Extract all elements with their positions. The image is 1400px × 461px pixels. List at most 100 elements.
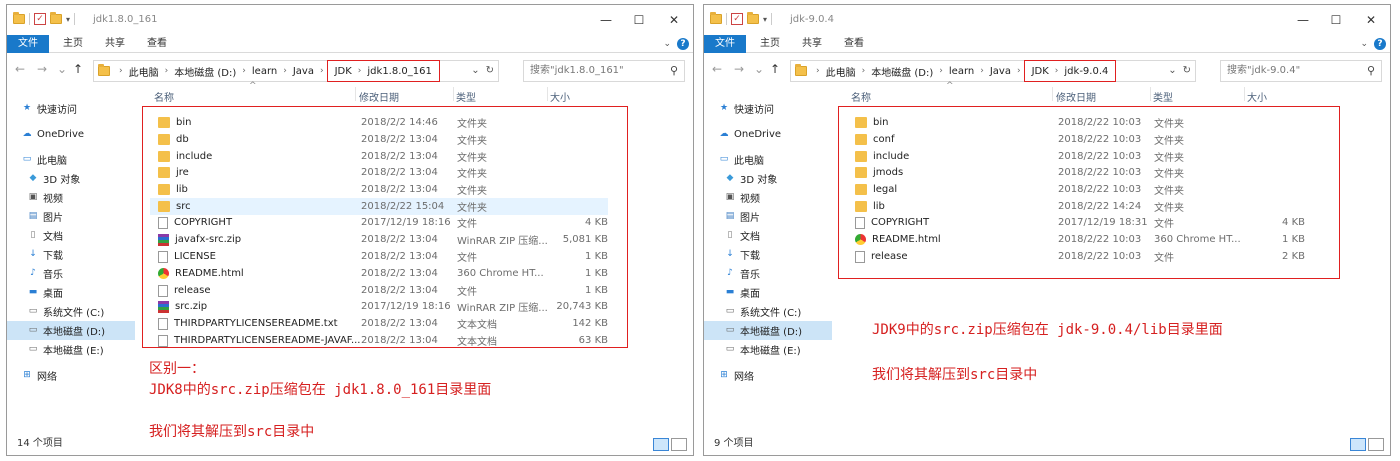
file-type: 文件夹 bbox=[1154, 136, 1184, 147]
file-name-cell: THIRDPARTYLICENSEREADME-JAVAF... bbox=[158, 334, 360, 347]
annotation-note: JDK9中的src.zip压缩包在 jdk-9.0.4/lib目录里面 bbox=[872, 322, 1223, 338]
file-row[interactable]: lib 2018/2/2 13:04 文件夹 bbox=[150, 181, 608, 198]
explorer-window-jdk9: ✓ ▾ jdk-9.0.4— ☐ ✕ 文件 主页 共享 查看 ⌄? ← → ⌄ ↑ › 此电脑 › 本地磁盘 (D… bbox=[703, 4, 1391, 456]
file-row[interactable]: README.html 2018/2/2 13:04 360 Chrome HT..… bbox=[150, 265, 608, 282]
file-row[interactable]: LICENSE 2018/2/2 13:04 文件 1 KB bbox=[150, 248, 608, 265]
column-divider[interactable] bbox=[1150, 87, 1151, 101]
zip-icon bbox=[158, 233, 169, 246]
file-size: 4 KB bbox=[1282, 217, 1305, 228]
file-type: 文件夹 bbox=[457, 186, 487, 197]
folder-icon bbox=[158, 117, 170, 128]
file-type: 文件夹 bbox=[457, 136, 487, 147]
file-name-cell: release bbox=[855, 250, 907, 263]
file-date: 2018/2/22 10:03 bbox=[1058, 167, 1142, 178]
file-row[interactable]: bin 2018/2/2 14:46 文件夹 bbox=[150, 114, 608, 131]
file-name-cell: COPYRIGHT bbox=[158, 216, 232, 229]
file-name-cell: THIRDPARTYLICENSEREADME.txt bbox=[158, 317, 338, 330]
file-name: COPYRIGHT bbox=[871, 217, 930, 228]
column-size[interactable]: 大小 bbox=[1247, 89, 1267, 104]
column-divider[interactable] bbox=[1244, 87, 1245, 101]
file-type: 文本文档 bbox=[457, 337, 497, 348]
column-divider[interactable] bbox=[453, 87, 454, 101]
file-row[interactable]: jmods 2018/2/22 10:03 文件夹 bbox=[847, 164, 1305, 181]
status-item-count: 14 个项目 bbox=[17, 438, 63, 449]
file-row[interactable]: README.html 2018/2/22 10:03 360 Chrome HT.… bbox=[847, 231, 1305, 248]
column-date[interactable]: 修改日期 bbox=[359, 89, 399, 104]
file-name-cell: conf bbox=[855, 134, 894, 145]
file-row[interactable]: legal 2018/2/22 10:03 文件夹 bbox=[847, 181, 1305, 198]
large-icons-view-button[interactable] bbox=[671, 438, 687, 451]
file-row[interactable]: include 2018/2/22 10:03 文件夹 bbox=[847, 148, 1305, 165]
column-type[interactable]: 类型 bbox=[456, 89, 476, 104]
file-type: 文件 bbox=[1154, 219, 1174, 230]
file-date: 2017/12/19 18:31 bbox=[1058, 217, 1148, 228]
file-icon bbox=[158, 317, 168, 330]
file-size: 4 KB bbox=[585, 217, 608, 228]
file-row[interactable]: jre 2018/2/2 13:04 文件夹 bbox=[150, 164, 608, 181]
file-type: 文件夹 bbox=[457, 203, 487, 214]
folder-icon bbox=[855, 151, 867, 162]
column-date[interactable]: 修改日期 bbox=[1056, 89, 1096, 104]
file-row[interactable]: release 2018/2/2 13:04 文件 1 KB bbox=[150, 282, 608, 299]
file-row[interactable]: THIRDPARTYLICENSEREADME.txt 2018/2/2 13:0… bbox=[150, 315, 608, 332]
file-name: include bbox=[176, 151, 213, 162]
explorer-window-jdk8: ✓ ▾ jdk1.8.0_161— ☐ ✕ 文件 主页 共享 查看 ⌄? ← → ⌄ ↑ › 此电脑 › 本地磁盘… bbox=[6, 4, 694, 456]
column-divider[interactable] bbox=[1052, 87, 1053, 101]
file-type: 文件 bbox=[457, 253, 477, 264]
file-date: 2018/2/22 10:03 bbox=[1058, 184, 1142, 195]
file-row[interactable]: javafx-src.zip 2018/2/2 13:04 WinRAR ZIP 压… bbox=[150, 231, 608, 248]
file-row[interactable]: COPYRIGHT 2017/12/19 18:31 文件 4 KB bbox=[847, 214, 1305, 231]
file-row[interactable]: db 2018/2/2 13:04 文件夹 bbox=[150, 131, 608, 148]
file-date: 2018/2/2 13:04 bbox=[361, 184, 438, 195]
file-name: README.html bbox=[175, 268, 244, 279]
file-name-cell: legal bbox=[855, 184, 897, 195]
large-icons-view-button[interactable] bbox=[1368, 438, 1384, 451]
file-date: 2018/2/2 13:04 bbox=[361, 234, 438, 245]
file-name-cell: include bbox=[158, 151, 212, 162]
file-date: 2018/2/22 10:03 bbox=[1058, 117, 1142, 128]
file-date: 2018/2/2 13:04 bbox=[361, 335, 438, 346]
file-name: src.zip bbox=[175, 301, 208, 312]
column-type[interactable]: 类型 bbox=[1153, 89, 1173, 104]
column-name[interactable]: 名称 bbox=[851, 89, 871, 104]
file-name: jmods bbox=[873, 167, 904, 178]
file-icon bbox=[855, 250, 865, 263]
file-row[interactable]: COPYRIGHT 2017/12/19 18:16 文件 4 KB bbox=[150, 214, 608, 231]
file-name-cell: src.zip bbox=[158, 300, 208, 313]
column-divider[interactable] bbox=[547, 87, 548, 101]
file-row[interactable]: conf 2018/2/22 10:03 文件夹 bbox=[847, 131, 1305, 148]
file-date: 2018/2/22 10:03 bbox=[1058, 134, 1142, 145]
file-type: 文件夹 bbox=[457, 119, 487, 130]
file-name-cell: lib bbox=[158, 184, 188, 195]
folder-icon bbox=[158, 201, 170, 212]
file-name-cell: LICENSE bbox=[158, 250, 216, 263]
file-size: 63 KB bbox=[578, 335, 608, 346]
file-row[interactable]: lib 2018/2/22 14:24 文件夹 bbox=[847, 198, 1305, 215]
file-name-cell: include bbox=[855, 151, 909, 162]
file-name: release bbox=[174, 285, 211, 296]
file-date: 2018/2/2 13:04 bbox=[361, 134, 438, 145]
file-name: src bbox=[176, 201, 191, 212]
folder-icon bbox=[855, 201, 867, 212]
details-view-button[interactable] bbox=[653, 438, 669, 451]
zip-icon bbox=[158, 300, 169, 313]
details-view-button[interactable] bbox=[1350, 438, 1366, 451]
file-row[interactable]: src 2018/2/22 15:04 文件夹 bbox=[150, 198, 608, 215]
file-date: 2018/2/22 10:03 bbox=[1058, 234, 1142, 245]
file-name-cell: db bbox=[158, 134, 189, 145]
file-row[interactable]: src.zip 2017/12/19 18:16 WinRAR ZIP 压缩... 2… bbox=[150, 298, 608, 315]
column-size[interactable]: 大小 bbox=[550, 89, 570, 104]
annotation-note: 我们将其解压到src目录中 bbox=[149, 424, 315, 440]
file-row[interactable]: THIRDPARTYLICENSEREADME-JAVAF... 2018/2/2… bbox=[150, 332, 608, 349]
folder-icon bbox=[158, 184, 170, 195]
file-row[interactable]: bin 2018/2/22 10:03 文件夹 bbox=[847, 114, 1305, 131]
file-date: 2018/2/22 14:24 bbox=[1058, 201, 1142, 212]
file-name-cell: javafx-src.zip bbox=[158, 233, 241, 246]
file-name: conf bbox=[873, 134, 895, 145]
column-name[interactable]: 名称 bbox=[154, 89, 174, 104]
file-row[interactable]: include 2018/2/2 13:04 文件夹 bbox=[150, 148, 608, 165]
file-row[interactable]: release 2018/2/22 10:03 文件 2 KB bbox=[847, 248, 1305, 265]
folder-icon bbox=[158, 134, 170, 145]
column-divider[interactable] bbox=[355, 87, 356, 101]
file-type: 文件夹 bbox=[457, 169, 487, 180]
